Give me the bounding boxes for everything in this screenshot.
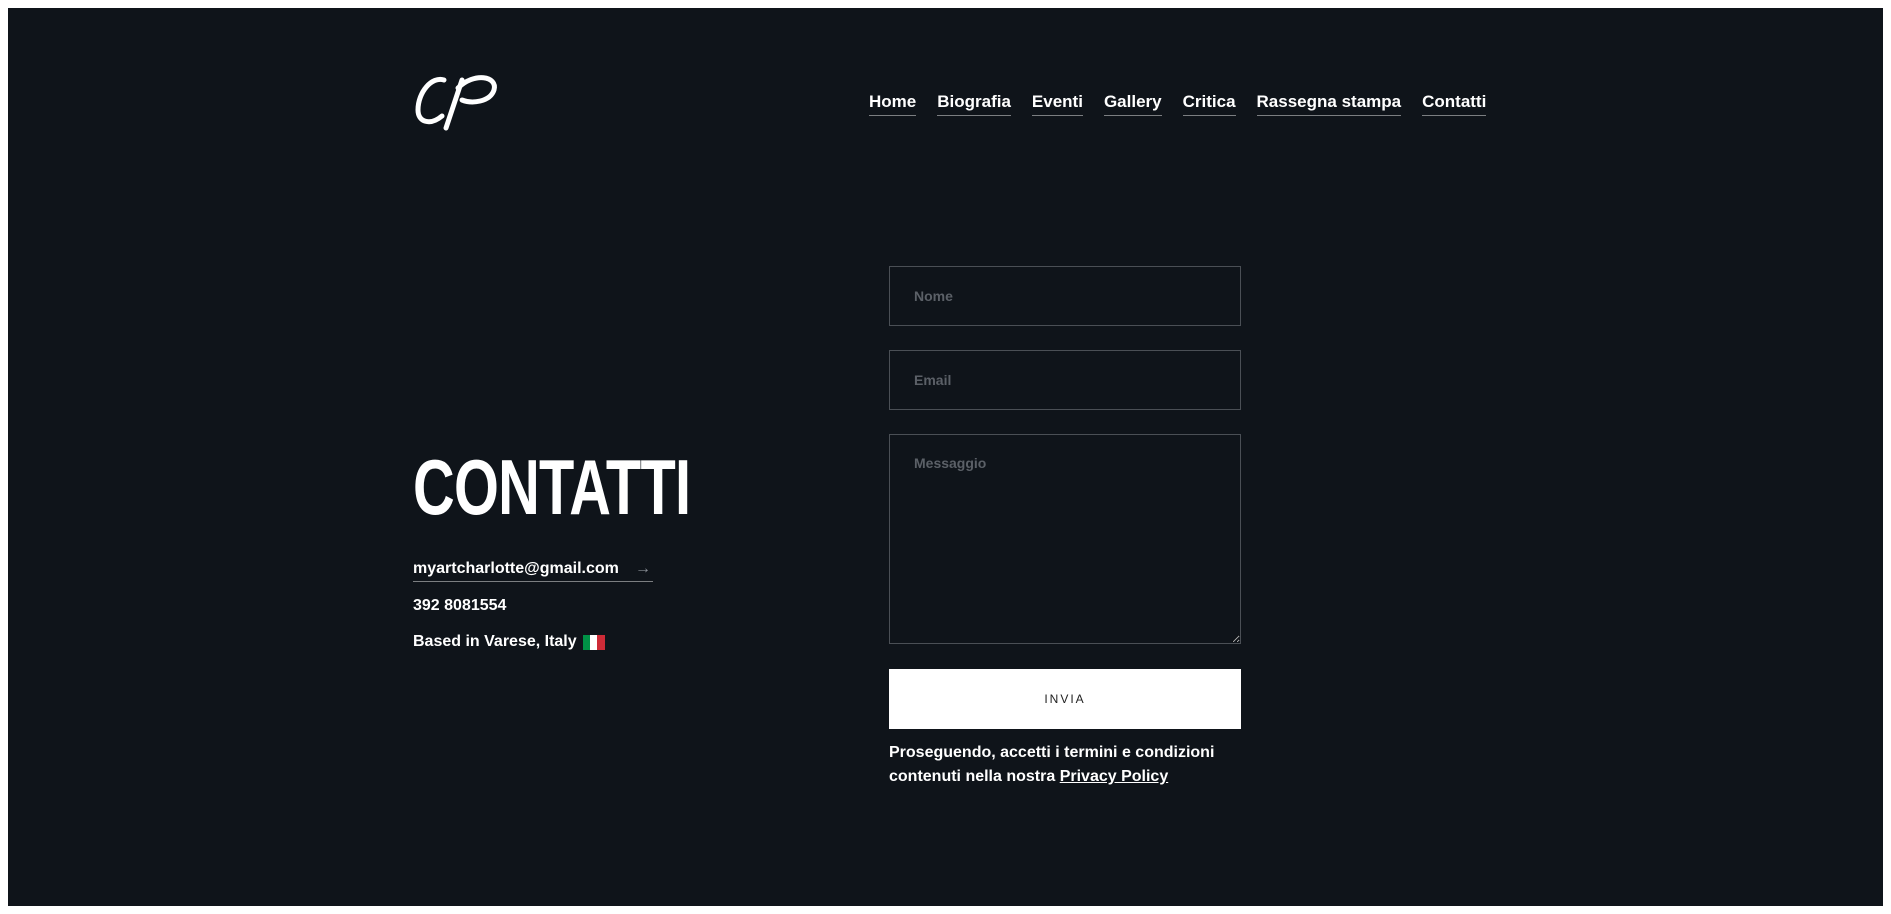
- nav-item-biografia[interactable]: Biografia: [937, 91, 1011, 116]
- nav-item-critica[interactable]: Critica: [1182, 91, 1236, 116]
- italy-flag-icon: [582, 634, 605, 650]
- cp-logo-icon[interactable]: [414, 70, 500, 132]
- privacy-policy-link[interactable]: Privacy Policy: [1060, 768, 1169, 785]
- email-text: myartcharlotte@gmail.com: [413, 560, 619, 577]
- main-nav: Home Biografia Eventi Gallery Critica Ra…: [869, 91, 1487, 116]
- nav-item-home[interactable]: Home: [869, 91, 917, 116]
- location-text: Based in Varese, Italy: [413, 633, 577, 650]
- email-input[interactable]: [889, 350, 1241, 410]
- name-input[interactable]: [889, 266, 1241, 326]
- submit-button[interactable]: INVIA: [889, 669, 1241, 729]
- nav-item-gallery[interactable]: Gallery: [1103, 91, 1162, 116]
- email-link[interactable]: myartcharlotte@gmail.com →: [413, 560, 653, 582]
- nav-item-eventi[interactable]: Eventi: [1031, 91, 1083, 116]
- nav-item-contatti[interactable]: Contatti: [1422, 91, 1487, 116]
- phone-number: 392 8081554: [413, 597, 507, 614]
- nav-item-rassegna-stampa[interactable]: Rassegna stampa: [1256, 91, 1402, 116]
- privacy-disclaimer: Proseguendo, accetti i termini e condizi…: [889, 741, 1249, 789]
- message-textarea[interactable]: [889, 434, 1241, 644]
- arrow-right-icon: →: [635, 560, 651, 577]
- page-frame: Home Biografia Eventi Gallery Critica Ra…: [8, 8, 1883, 906]
- page-title: CONTATTI: [413, 443, 691, 531]
- location: Based in Varese, Italy: [413, 633, 605, 651]
